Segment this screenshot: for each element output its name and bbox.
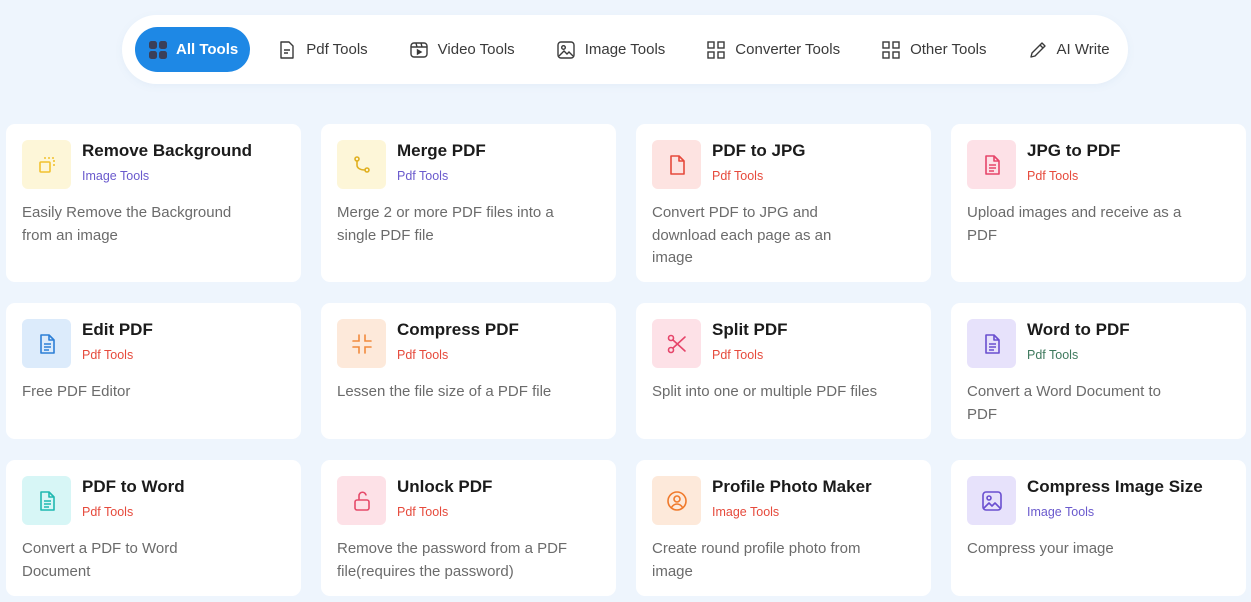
tool-category: Pdf Tools (82, 348, 134, 362)
tool-category: Pdf Tools (397, 169, 449, 183)
tool-icon-box (337, 319, 386, 368)
tool-category: Pdf Tools (1027, 348, 1079, 362)
tool-description: Remove the password from a PDF file(requ… (337, 540, 568, 580)
tool-title: Profile Photo Maker (712, 477, 872, 496)
tool-card-unlock-pdf[interactable]: Unlock PDF Pdf Tools Remove the password… (321, 460, 616, 596)
tool-card-pdf-to-word[interactable]: PDF to Word Pdf Tools Convert a PDF to W… (6, 460, 301, 596)
tool-card-merge-pdf[interactable]: Merge PDF Pdf Tools Merge 2 or more PDF … (321, 124, 616, 282)
tool-card-compress-image-size[interactable]: Compress Image Size Image Tools Compress… (951, 460, 1246, 596)
tool-icon-box (337, 140, 386, 189)
tool-title: PDF to JPG (712, 141, 806, 160)
tool-title: Edit PDF (82, 320, 153, 339)
tool-icon-box (22, 140, 71, 189)
tool-icon-box (967, 140, 1016, 189)
tool-category: Pdf Tools (712, 169, 764, 183)
merge-icon (353, 155, 370, 173)
tool-icon-box (652, 140, 701, 189)
tool-category: Image Tools (1027, 505, 1095, 519)
file-text-icon (39, 333, 55, 354)
tool-category: Pdf Tools (397, 348, 449, 362)
tool-description: Easily Remove the Background from an ima… (22, 204, 232, 244)
tool-icon-box (337, 476, 386, 525)
tool-card-profile-photo-maker[interactable]: Profile Photo Maker Image Tools Create r… (636, 460, 931, 596)
file-text-icon (984, 333, 1000, 354)
compress-icon (351, 333, 372, 354)
tool-card-jpg-to-pdf[interactable]: JPG to PDF Pdf Tools Upload images and r… (951, 124, 1246, 282)
tool-icon-box (22, 476, 71, 525)
tool-icon-box (967, 319, 1016, 368)
tool-title: Merge PDF (397, 141, 486, 160)
tool-category: Image Tools (82, 169, 150, 183)
tool-title: PDF to Word (82, 477, 185, 496)
file-text-icon (984, 154, 1000, 175)
tool-category: Pdf Tools (1027, 169, 1079, 183)
file-text-icon (39, 490, 55, 511)
image-icon (981, 490, 1002, 511)
tool-icon-box (652, 319, 701, 368)
tool-icon-box (652, 476, 701, 525)
tool-title: Unlock PDF (397, 477, 493, 496)
tool-card-edit-pdf[interactable]: Edit PDF Pdf Tools Free PDF Editor (6, 303, 301, 439)
tool-icon-box (967, 476, 1016, 525)
tool-description: Compress your image (967, 540, 1114, 557)
tool-title: Word to PDF (1027, 320, 1130, 339)
tool-description: Create round profile photo from image (652, 540, 861, 580)
tool-card-pdf-to-jpg[interactable]: PDF to JPG Pdf Tools Convert PDF to JPG … (636, 124, 931, 282)
tool-title: JPG to PDF (1027, 141, 1121, 160)
tool-title: Remove Background (82, 141, 253, 160)
tool-description: Lessen the file size of a PDF file (337, 383, 552, 400)
tool-category: Pdf Tools (82, 505, 134, 519)
tool-title: Split PDF (712, 320, 788, 339)
tool-description: Split into one or multiple PDF files (652, 383, 878, 400)
tool-description: Convert PDF to JPG and download each pag… (652, 204, 832, 266)
tool-description: Merge 2 or more PDF files into a single … (337, 204, 554, 244)
tools-grid: Remove Background Image Tools Easily Rem… (0, 0, 1251, 602)
file-icon (669, 154, 685, 175)
tool-card-word-to-pdf[interactable]: Word to PDF Pdf Tools Convert a Word Doc… (951, 303, 1246, 439)
tool-category: Pdf Tools (397, 505, 449, 519)
tool-description: Convert a PDF to Word Document (22, 540, 178, 580)
crop-icon (38, 156, 55, 173)
tool-card-compress-pdf[interactable]: Compress PDF Pdf Tools Lessen the file s… (321, 303, 616, 439)
tool-card-remove-background[interactable]: Remove Background Image Tools Easily Rem… (6, 124, 301, 282)
tool-description: Upload images and receive as a PDF (967, 204, 1182, 244)
tool-description: Free PDF Editor (22, 383, 131, 400)
tool-category: Pdf Tools (712, 348, 764, 362)
tool-card-split-pdf[interactable]: Split PDF Pdf Tools Split into one or mu… (636, 303, 931, 439)
tool-category: Image Tools (712, 505, 780, 519)
tool-title: Compress PDF (397, 320, 519, 339)
tool-title: Compress Image Size (1027, 477, 1203, 496)
unlock-icon (353, 490, 370, 511)
scissors-icon (667, 334, 686, 353)
tool-icon-box (22, 319, 71, 368)
user-circle-icon (666, 490, 687, 511)
tool-description: Convert a Word Document to PDF (967, 383, 1161, 423)
